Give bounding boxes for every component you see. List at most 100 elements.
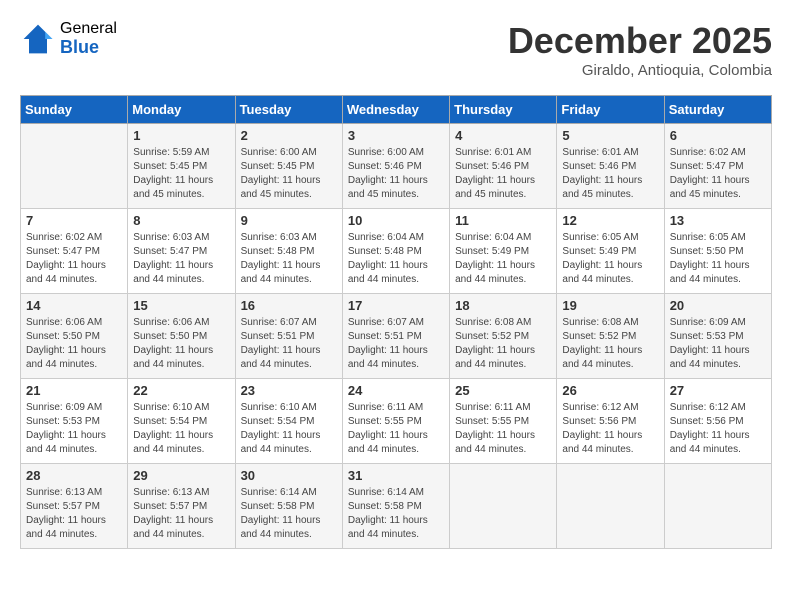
calendar-cell: 28Sunrise: 6:13 AM Sunset: 5:57 PM Dayli… [21, 464, 128, 549]
logo: General Blue [20, 20, 117, 57]
cell-info: Sunrise: 6:14 AM Sunset: 5:58 PM Dayligh… [348, 486, 444, 542]
day-number: 5 [562, 128, 658, 143]
day-number: 22 [133, 383, 229, 398]
cell-info: Sunrise: 6:01 AM Sunset: 5:46 PM Dayligh… [562, 146, 658, 202]
calendar-cell: 22 Sunrise: 6:10 AM Sunset: 5:54 PM Dayli… [128, 379, 235, 464]
cell-info: Sunrise: 6:06 AM Sunset: 5:50 PM Dayligh… [26, 316, 122, 372]
week-row-0: 1 Sunrise: 5:59 AM Sunset: 5:45 PM Daylig… [21, 124, 772, 209]
week-row-2: 14Sunrise: 6:06 AM Sunset: 5:50 PM Dayli… [21, 294, 772, 379]
calendar-cell [557, 464, 664, 549]
calendar-cell: 20Sunrise: 6:09 AM Sunset: 5:53 PM Dayli… [664, 294, 771, 379]
calendar-body: 1 Sunrise: 5:59 AM Sunset: 5:45 PM Daylig… [21, 124, 772, 549]
calendar-cell: 21 Sunrise: 6:09 AM Sunset: 5:53 PM Dayli… [21, 379, 128, 464]
day-number: 24 [348, 383, 444, 398]
calendar-cell: 13 Sunrise: 6:05 AM Sunset: 5:50 PM Dayli… [664, 209, 771, 294]
header-day-thursday: Thursday [450, 96, 557, 124]
cell-info: Sunrise: 6:10 AM Sunset: 5:54 PM Dayligh… [241, 401, 337, 457]
calendar-cell: 7Sunrise: 6:02 AM Sunset: 5:47 PM Daylig… [21, 209, 128, 294]
day-number: 17 [348, 298, 444, 313]
header-day-wednesday: Wednesday [342, 96, 449, 124]
calendar-cell: 9 Sunrise: 6:03 AM Sunset: 5:48 PM Daylig… [235, 209, 342, 294]
calendar-cell: 12Sunrise: 6:05 AM Sunset: 5:49 PM Dayli… [557, 209, 664, 294]
calendar-cell: 8 Sunrise: 6:03 AM Sunset: 5:47 PM Daylig… [128, 209, 235, 294]
day-number: 6 [670, 128, 766, 143]
logo-text: General Blue [60, 20, 117, 57]
cell-info: Sunrise: 6:09 AM Sunset: 5:53 PM Dayligh… [670, 316, 766, 372]
day-number: 10 [348, 213, 444, 228]
day-number: 25 [455, 383, 551, 398]
calendar-cell: 23 Sunrise: 6:10 AM Sunset: 5:54 PM Dayli… [235, 379, 342, 464]
header-day-tuesday: Tuesday [235, 96, 342, 124]
location: Giraldo, Antioquia, Colombia [508, 62, 772, 79]
day-number: 12 [562, 213, 658, 228]
cell-info: Sunrise: 6:12 AM Sunset: 5:56 PM Dayligh… [562, 401, 658, 457]
cell-info: Sunrise: 6:03 AM Sunset: 5:48 PM Dayligh… [241, 231, 337, 287]
calendar-cell: 30Sunrise: 6:14 AM Sunset: 5:58 PM Dayli… [235, 464, 342, 549]
cell-info: Sunrise: 6:08 AM Sunset: 5:52 PM Dayligh… [455, 316, 551, 372]
calendar-cell: 16 Sunrise: 6:07 AM Sunset: 5:51 PM Dayli… [235, 294, 342, 379]
calendar-header: SundayMondayTuesdayWednesdayThursdayFrid… [21, 96, 772, 124]
calendar-cell: 3Sunrise: 6:00 AM Sunset: 5:46 PM Daylig… [342, 124, 449, 209]
day-number: 29 [133, 468, 229, 483]
day-number: 11 [455, 213, 551, 228]
cell-info: Sunrise: 6:08 AM Sunset: 5:52 PM Dayligh… [562, 316, 658, 372]
logo-general: General [60, 20, 117, 38]
calendar-cell: 29 Sunrise: 6:13 AM Sunset: 5:57 PM Dayli… [128, 464, 235, 549]
calendar-cell: 11 Sunrise: 6:04 AM Sunset: 5:49 PM Dayli… [450, 209, 557, 294]
title-block: December 2025 Giraldo, Antioquia, Colomb… [508, 20, 772, 79]
calendar-cell: 2 Sunrise: 6:00 AM Sunset: 5:45 PM Daylig… [235, 124, 342, 209]
calendar-cell [450, 464, 557, 549]
cell-info: Sunrise: 6:04 AM Sunset: 5:49 PM Dayligh… [455, 231, 551, 287]
cell-info: Sunrise: 6:09 AM Sunset: 5:53 PM Dayligh… [26, 401, 122, 457]
calendar-cell: 14Sunrise: 6:06 AM Sunset: 5:50 PM Dayli… [21, 294, 128, 379]
calendar-cell: 26 Sunrise: 6:12 AM Sunset: 5:56 PM Dayli… [557, 379, 664, 464]
day-number: 27 [670, 383, 766, 398]
day-number: 9 [241, 213, 337, 228]
cell-info: Sunrise: 6:07 AM Sunset: 5:51 PM Dayligh… [241, 316, 337, 372]
calendar-cell [664, 464, 771, 549]
cell-info: Sunrise: 5:59 AM Sunset: 5:45 PM Dayligh… [133, 146, 229, 202]
logo-blue: Blue [60, 38, 117, 58]
calendar-cell: 24 Sunrise: 6:11 AM Sunset: 5:55 PM Dayli… [342, 379, 449, 464]
calendar-cell: 15Sunrise: 6:06 AM Sunset: 5:50 PM Dayli… [128, 294, 235, 379]
calendar-cell: 1 Sunrise: 5:59 AM Sunset: 5:45 PM Daylig… [128, 124, 235, 209]
cell-info: Sunrise: 6:00 AM Sunset: 5:45 PM Dayligh… [241, 146, 337, 202]
day-number: 15 [133, 298, 229, 313]
logo-icon [20, 21, 56, 57]
day-number: 26 [562, 383, 658, 398]
day-number: 23 [241, 383, 337, 398]
day-number: 2 [241, 128, 337, 143]
day-number: 8 [133, 213, 229, 228]
day-number: 1 [133, 128, 229, 143]
day-number: 3 [348, 128, 444, 143]
cell-info: Sunrise: 6:11 AM Sunset: 5:55 PM Dayligh… [348, 401, 444, 457]
calendar-cell: 27Sunrise: 6:12 AM Sunset: 5:56 PM Dayli… [664, 379, 771, 464]
cell-info: Sunrise: 6:14 AM Sunset: 5:58 PM Dayligh… [241, 486, 337, 542]
calendar-cell: 5 Sunrise: 6:01 AM Sunset: 5:46 PM Daylig… [557, 124, 664, 209]
header-day-friday: Friday [557, 96, 664, 124]
cell-info: Sunrise: 6:05 AM Sunset: 5:50 PM Dayligh… [670, 231, 766, 287]
cell-info: Sunrise: 6:02 AM Sunset: 5:47 PM Dayligh… [26, 231, 122, 287]
week-row-4: 28Sunrise: 6:13 AM Sunset: 5:57 PM Dayli… [21, 464, 772, 549]
day-number: 19 [562, 298, 658, 313]
week-row-1: 7Sunrise: 6:02 AM Sunset: 5:47 PM Daylig… [21, 209, 772, 294]
cell-info: Sunrise: 6:13 AM Sunset: 5:57 PM Dayligh… [133, 486, 229, 542]
cell-info: Sunrise: 6:01 AM Sunset: 5:46 PM Dayligh… [455, 146, 551, 202]
calendar-cell: 6 Sunrise: 6:02 AM Sunset: 5:47 PM Daylig… [664, 124, 771, 209]
cell-info: Sunrise: 6:07 AM Sunset: 5:51 PM Dayligh… [348, 316, 444, 372]
day-number: 21 [26, 383, 122, 398]
cell-info: Sunrise: 6:03 AM Sunset: 5:47 PM Dayligh… [133, 231, 229, 287]
calendar-cell: 25Sunrise: 6:11 AM Sunset: 5:55 PM Dayli… [450, 379, 557, 464]
day-number: 13 [670, 213, 766, 228]
cell-info: Sunrise: 6:10 AM Sunset: 5:54 PM Dayligh… [133, 401, 229, 457]
calendar-cell: 18 Sunrise: 6:08 AM Sunset: 5:52 PM Dayli… [450, 294, 557, 379]
header-day-saturday: Saturday [664, 96, 771, 124]
day-number: 18 [455, 298, 551, 313]
calendar-table: SundayMondayTuesdayWednesdayThursdayFrid… [20, 95, 772, 549]
calendar-cell [21, 124, 128, 209]
day-number: 16 [241, 298, 337, 313]
page-header: General Blue December 2025 Giraldo, Anti… [20, 20, 772, 79]
cell-info: Sunrise: 6:02 AM Sunset: 5:47 PM Dayligh… [670, 146, 766, 202]
calendar-cell: 10Sunrise: 6:04 AM Sunset: 5:48 PM Dayli… [342, 209, 449, 294]
calendar-cell: 19 Sunrise: 6:08 AM Sunset: 5:52 PM Dayli… [557, 294, 664, 379]
